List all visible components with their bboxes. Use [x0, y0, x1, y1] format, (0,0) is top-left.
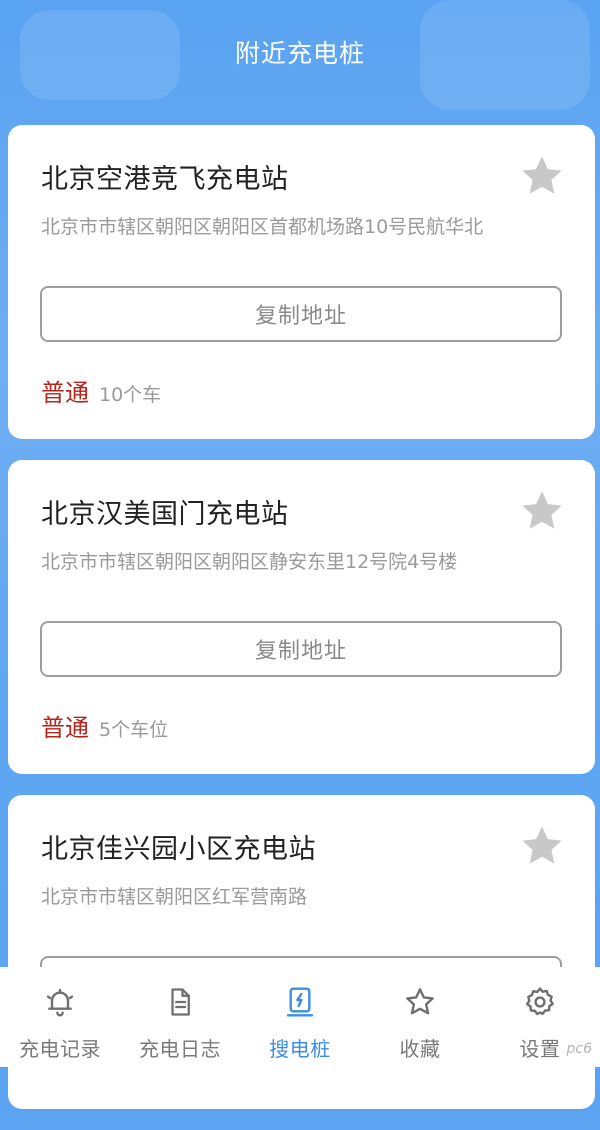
tab-charging-records[interactable]: 充电记录	[0, 967, 120, 1067]
page-title: 附近充电桩	[234, 39, 365, 68]
bottom-tab-bar: 充电记录 充电日志 搜电桩 收藏 设置	[0, 967, 600, 1067]
tab-search-chargers[interactable]: 搜电桩	[240, 967, 360, 1067]
copy-address-button[interactable]: 复制地址	[40, 286, 562, 342]
charging-pile-icon	[283, 985, 317, 1019]
tab-label: 收藏	[399, 1037, 441, 1061]
tab-label: 搜电桩	[269, 1037, 331, 1061]
station-card[interactable]: 北京空港竞飞充电站 北京市市辖区朝阳区朝阳区首都机场路10号民航华北 复制地址 …	[8, 125, 595, 439]
station-address: 北京市市辖区朝阳区朝阳区首都机场路10号民航华北	[41, 216, 484, 238]
copy-address-button[interactable]: 复制地址	[40, 621, 562, 677]
station-address: 北京市市辖区朝阳区朝阳区静安东里12号院4号楼	[41, 551, 458, 573]
favorite-button[interactable]	[519, 153, 565, 199]
parking-spots: 10个车	[99, 384, 162, 406]
bell-icon	[43, 985, 77, 1019]
tab-label: 设置	[519, 1037, 561, 1061]
watermark-logo: pc6	[566, 1041, 593, 1057]
favorite-button[interactable]	[519, 488, 565, 534]
charger-type: 普通	[41, 379, 89, 407]
tab-favorites[interactable]: 收藏	[360, 967, 480, 1067]
star-icon	[522, 826, 562, 864]
app-header: 附近充电桩	[0, 0, 600, 110]
station-card[interactable]: 北京汉美国门充电站 北京市市辖区朝阳区朝阳区静安东里12号院4号楼 复制地址 普…	[8, 460, 595, 774]
station-address: 北京市市辖区朝阳区红军营南路	[41, 886, 308, 908]
document-icon	[163, 985, 197, 1019]
star-icon	[522, 156, 562, 194]
station-meta: 普通 10个车	[41, 373, 161, 408]
station-name: 北京佳兴园小区充电站	[41, 834, 316, 865]
tab-charging-log[interactable]: 充电日志	[120, 967, 240, 1067]
parking-spots: 5个车位	[99, 719, 169, 741]
star-icon	[522, 491, 562, 529]
star-icon	[403, 985, 437, 1019]
station-meta: 普通 5个车位	[41, 708, 168, 743]
tab-label: 充电日志	[139, 1037, 221, 1061]
station-name: 北京空港竞飞充电站	[41, 164, 289, 195]
charger-type: 普通	[41, 714, 89, 742]
favorite-button[interactable]	[519, 823, 565, 869]
tab-label: 充电记录	[19, 1037, 101, 1061]
gear-icon	[523, 985, 557, 1019]
station-name: 北京汉美国门充电站	[41, 499, 289, 530]
